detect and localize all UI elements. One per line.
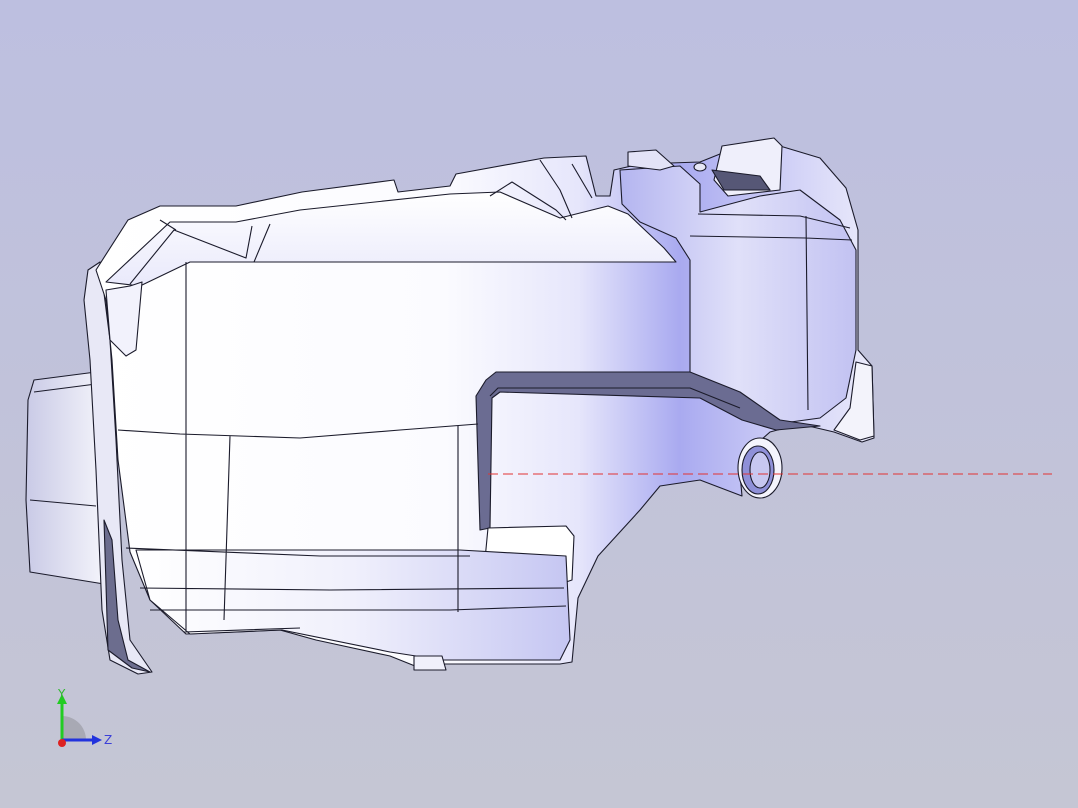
- view-triad[interactable]: Y Z: [48, 686, 118, 752]
- y-axis-label: Y: [57, 687, 66, 701]
- z-axis-label: Z: [104, 733, 112, 747]
- bottom-tab[interactable]: [413, 655, 447, 671]
- model-view[interactable]: [0, 0, 1078, 808]
- side-hole-core: [749, 451, 771, 489]
- triad-quadrant: [62, 716, 86, 740]
- graphics-viewport[interactable]: Y Z: [0, 0, 1078, 808]
- triad-origin: [58, 739, 66, 747]
- top-hole[interactable]: [693, 162, 707, 172]
- z-axis-arrow: [92, 735, 102, 745]
